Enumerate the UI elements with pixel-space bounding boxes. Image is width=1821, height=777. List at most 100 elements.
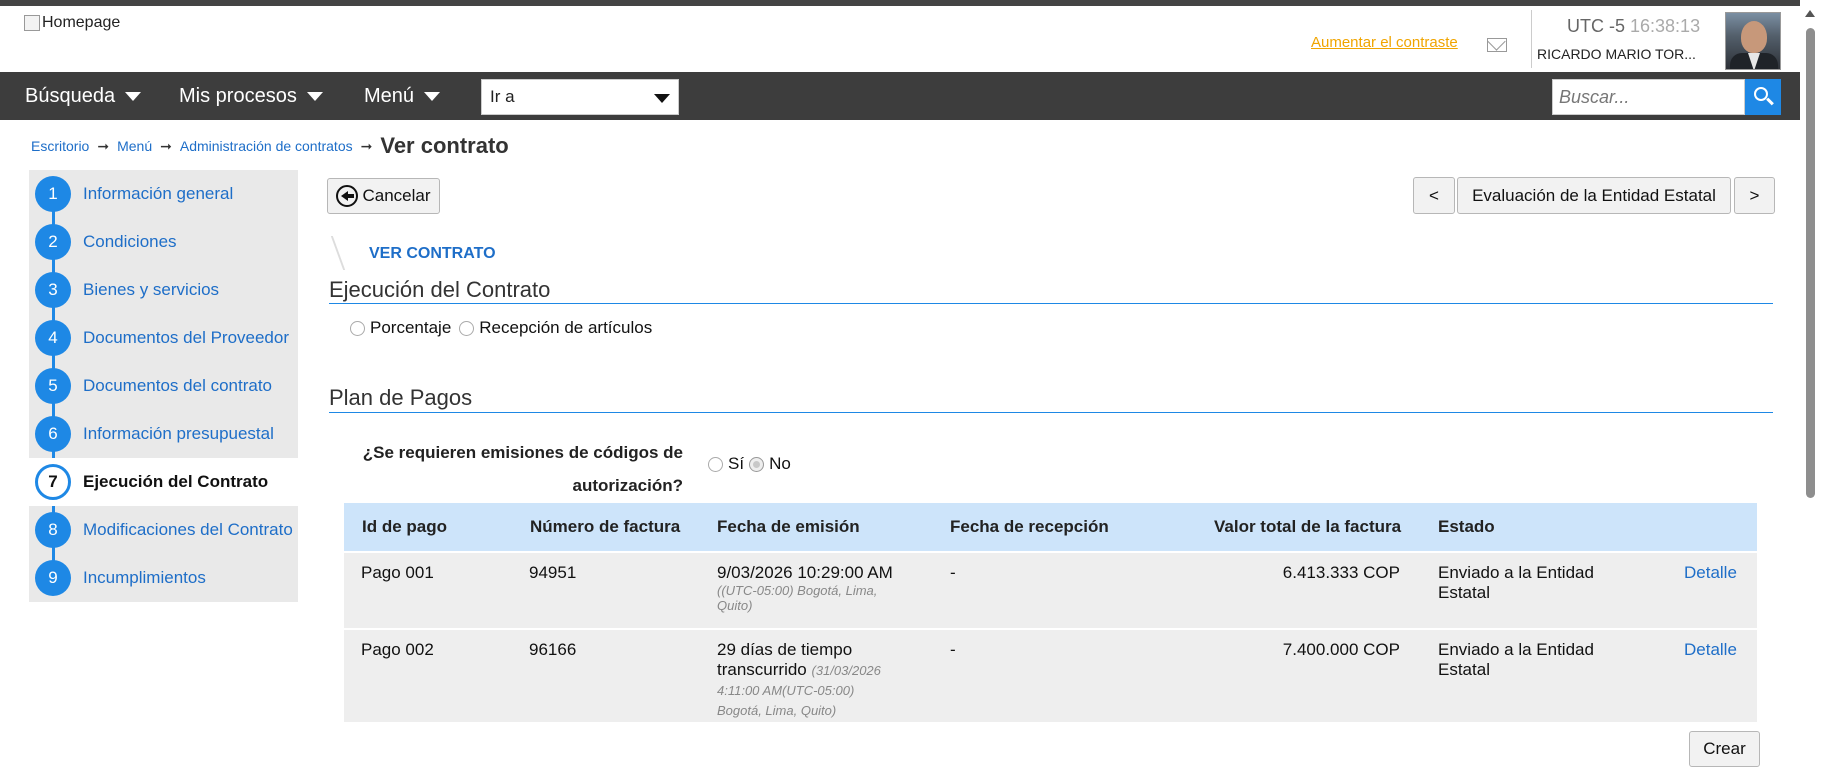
step-number: 3: [35, 272, 71, 308]
mail-icon[interactable]: [1487, 38, 1507, 52]
step-label: Documentos del Proveedor: [83, 328, 290, 347]
breadcrumb-arrow-icon: ➞: [160, 137, 172, 154]
cancel-button[interactable]: Cancelar: [327, 178, 440, 214]
step-modificaciones-contrato[interactable]: 8 Modificaciones del Contrato: [29, 506, 298, 554]
detail-link[interactable]: Detalle: [1684, 563, 1737, 583]
step-number: 9: [35, 560, 71, 596]
scroll-thumb[interactable]: [1806, 28, 1815, 498]
create-button[interactable]: Crear: [1689, 731, 1760, 767]
column-header: Fecha de recepción: [950, 517, 1109, 536]
step-number: 7: [35, 464, 71, 500]
step-label: Información presupuestal: [83, 424, 274, 443]
breadcrumb: Escritorio ➞ Menú ➞ Administración de co…: [31, 133, 509, 159]
auth-codes-radios: Sí No: [708, 454, 791, 474]
auth-codes-question: ¿Se requieren emisiones de códigos de au…: [362, 443, 683, 495]
radio-si-label: Sí: [728, 454, 745, 473]
radio-si[interactable]: [708, 456, 723, 472]
page-title: Ver contrato: [380, 133, 509, 158]
avatar[interactable]: [1725, 12, 1781, 70]
current-time: 16:38:13: [1630, 16, 1701, 36]
issue-date: 9/03/2026 10:29:00 AM: [717, 563, 893, 582]
column-header: Número de factura: [530, 517, 681, 536]
page-scrollbar[interactable]: [1800, 0, 1821, 777]
issue-date-timezone: ((UTC-05:00) Bogotá, Lima, Quito): [717, 583, 878, 613]
step-label: Incumplimientos: [83, 568, 206, 587]
step-number: 4: [35, 320, 71, 356]
clock: UTC -5 16:38:13: [1567, 16, 1700, 37]
next-step-button[interactable]: >: [1734, 177, 1775, 214]
table-header: Id de pago Número de factura Fecha de em…: [344, 503, 1757, 551]
table-row: Pago 002 96166 29 días de tiempo transcu…: [344, 628, 1757, 722]
step-informacion-general[interactable]: 1 Información general: [29, 170, 298, 218]
nav-busqueda[interactable]: Búsqueda: [25, 85, 142, 108]
step-number: 5: [35, 368, 71, 404]
caret-down-icon: [306, 92, 323, 101]
nav-menu[interactable]: Menú: [364, 85, 441, 108]
search-icon-handle: [1766, 97, 1774, 106]
step-documentos-proveedor[interactable]: 4 Documentos del Proveedor: [29, 314, 298, 362]
step-number: 2: [35, 224, 71, 260]
header: Homepage Aumentar el contraste UTC -5 16…: [0, 6, 1800, 72]
radio-recepcion-articulos[interactable]: [459, 320, 475, 336]
logo-alt-text: Homepage: [42, 14, 121, 31]
breadcrumb-menu[interactable]: Menú: [117, 138, 152, 154]
invoice-total: 6.413.333 COP: [1282, 563, 1400, 582]
breadcrumb-escritorio[interactable]: Escritorio: [31, 138, 89, 154]
section-tag: VER CONTRATO: [369, 245, 496, 262]
step-label: Documentos del contrato: [83, 376, 272, 395]
step-label: Ejecución del Contrato: [83, 472, 269, 491]
step-informacion-presupuestal[interactable]: 6 Información presupuestal: [29, 410, 298, 458]
execution-section-title: Ejecución del Contrato: [329, 277, 551, 302]
radio-no-label: No: [769, 454, 791, 473]
step-incumplimientos[interactable]: 9 Incumplimientos: [29, 554, 298, 602]
search-input[interactable]: Buscar...: [1552, 79, 1745, 115]
column-header: Estado: [1438, 517, 1495, 536]
nav-menu-label: Menú: [364, 85, 415, 107]
radio-porcentaje-label: Porcentaje: [370, 318, 452, 337]
payment-status: Enviado a la Entidad Estatal: [1438, 563, 1594, 602]
main-navbar: Búsqueda Mis procesos Menú: [0, 72, 1800, 120]
step-ejecucion-contrato[interactable]: 7 Ejecución del Contrato: [29, 458, 298, 506]
caret-down-icon: [424, 92, 441, 101]
scroll-up-icon[interactable]: [1805, 10, 1815, 17]
step-condiciones[interactable]: 2 Condiciones: [29, 218, 298, 266]
chevron-down-icon: [654, 94, 670, 103]
nav-mis-procesos-label: Mis procesos: [179, 85, 297, 107]
section-chevron-icon: [320, 236, 346, 270]
radio-no[interactable]: [749, 456, 765, 472]
issue-date-cell: 9/03/2026 10:29:00 AM ((UTC-05:00) Bogot…: [717, 563, 907, 613]
homepage-logo[interactable]: Homepage: [24, 14, 120, 32]
payments-table: Id de pago Número de factura Fecha de em…: [344, 503, 1757, 722]
caret-down-icon: [125, 92, 142, 101]
step-number: 6: [35, 416, 71, 452]
increase-contrast-link[interactable]: Aumentar el contraste: [1311, 34, 1458, 51]
payment-id: Pago 001: [361, 563, 434, 582]
invoice-number: 96166: [529, 640, 577, 659]
step-bienes-servicios[interactable]: 3 Bienes y servicios: [29, 266, 298, 314]
execution-type-radios: Porcentaje Recepción de artículos: [350, 318, 652, 338]
detail-link[interactable]: Detalle: [1684, 640, 1737, 660]
step-label: Modificaciones del Contrato: [83, 520, 293, 539]
payment-status: Enviado a la Entidad Estatal: [1438, 640, 1594, 679]
step-label: Bienes y servicios: [83, 280, 220, 299]
radio-porcentaje[interactable]: [350, 320, 365, 336]
next-step-name-button[interactable]: Evaluación de la Entidad Estatal: [1457, 177, 1731, 214]
goto-select[interactable]: Ir a: [481, 79, 679, 115]
step-number: 1: [35, 176, 71, 212]
step-label: Información general: [83, 184, 234, 203]
received-date: -: [950, 563, 956, 582]
search-button[interactable]: [1745, 79, 1781, 115]
back-arrow-icon: [336, 185, 359, 207]
breadcrumb-admin-contratos[interactable]: Administración de contratos: [180, 138, 353, 154]
prev-step-button[interactable]: <: [1413, 177, 1455, 214]
invoice-number: 94951: [529, 563, 577, 582]
goto-select-value: Ir a: [490, 87, 515, 106]
step-documentos-contrato[interactable]: 5 Documentos del contrato: [29, 362, 298, 410]
cancel-button-label: Cancelar: [362, 186, 431, 205]
step-sidebar: 1 Información general 2 Condiciones 3 Bi…: [29, 170, 298, 602]
header-divider: [1531, 10, 1532, 68]
username[interactable]: RICARDO MARIO TOR...: [1537, 46, 1696, 62]
breadcrumb-arrow-icon: ➞: [97, 137, 110, 154]
nav-mis-procesos[interactable]: Mis procesos: [179, 85, 323, 108]
breadcrumb-arrow-icon: ➞: [360, 137, 373, 154]
